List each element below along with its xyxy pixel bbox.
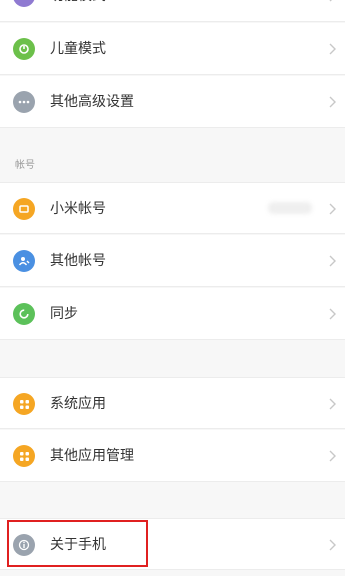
chevron-right-icon	[329, 255, 336, 267]
more-icon	[13, 91, 35, 113]
settings-item-child-mode[interactable]: 儿童模式	[0, 23, 345, 75]
settings-item-mode[interactable]: 功能模式	[0, 0, 345, 22]
settings-item-label: 其他应用管理	[50, 448, 134, 464]
chevron-right-icon	[329, 0, 332, 2]
app-management-icon	[13, 445, 35, 467]
settings-item-label: 其他高级设置	[50, 94, 134, 110]
settings-item-label: 儿童模式	[50, 41, 106, 57]
system-apps-icon	[13, 393, 35, 415]
chevron-right-icon	[329, 203, 336, 215]
settings-item-app-management[interactable]: 其他应用管理	[0, 430, 345, 482]
settings-item-label: 小米帐号	[50, 201, 106, 217]
settings-item-system-apps[interactable]: 系统应用	[0, 377, 345, 429]
sync-icon	[13, 303, 35, 325]
settings-item-label: 系统应用	[50, 396, 106, 412]
settings-item-sync[interactable]: 同步	[0, 288, 345, 340]
chevron-right-icon	[329, 450, 336, 462]
other-account-icon	[13, 250, 35, 272]
section-header-account: 帐号	[15, 160, 35, 171]
child-mode-icon	[13, 38, 35, 60]
chevron-right-icon	[329, 398, 336, 410]
settings-item-other-accounts[interactable]: 其他帐号	[0, 235, 345, 287]
mi-account-icon	[13, 198, 35, 220]
settings-item-advanced[interactable]: 其他高级设置	[0, 76, 345, 128]
chevron-right-icon	[329, 539, 336, 551]
chevron-right-icon	[329, 96, 336, 108]
settings-item-label: 功能模式	[50, 0, 106, 22]
settings-item-label: 其他帐号	[50, 253, 106, 269]
settings-item-label: 同步	[50, 306, 78, 322]
highlight-box	[7, 520, 148, 567]
account-name-blurred	[268, 202, 312, 214]
chevron-right-icon	[329, 43, 336, 55]
settings-item-mi-account[interactable]: 小米帐号	[0, 182, 345, 234]
chevron-right-icon	[329, 308, 336, 320]
mode-icon	[13, 0, 35, 7]
